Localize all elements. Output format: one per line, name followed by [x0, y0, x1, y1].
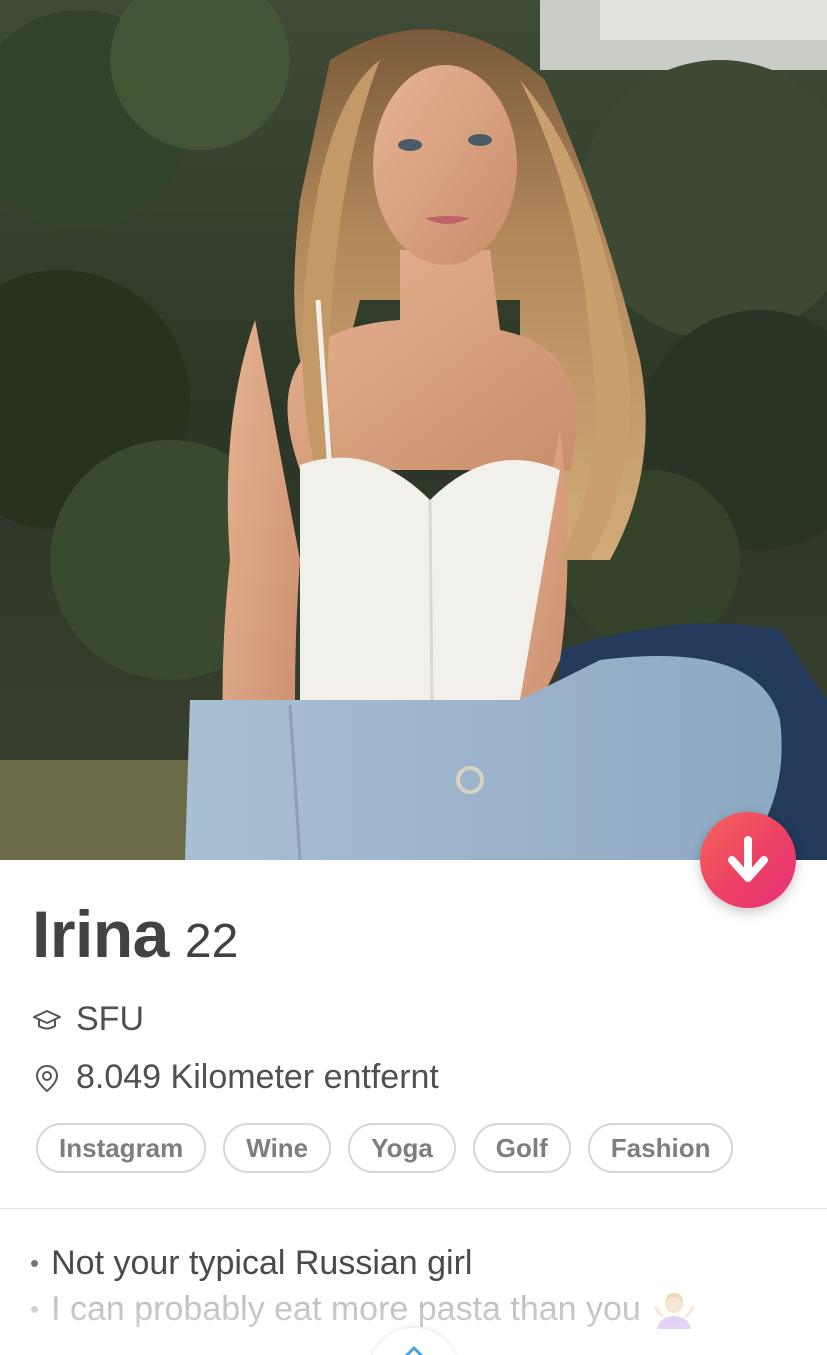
- interest-tag-fashion[interactable]: Fashion: [587, 1123, 734, 1173]
- interest-tag-wine[interactable]: Wine: [223, 1123, 332, 1173]
- bullet: •: [30, 1294, 40, 1324]
- section-divider: [0, 1208, 827, 1209]
- arrow-down-icon: [728, 836, 768, 882]
- bio-item: • I can probably eat more pasta than you: [30, 1286, 695, 1332]
- profile-name: Irina: [32, 897, 169, 971]
- distance-row: 8.049 Kilometer entfernt: [32, 1058, 439, 1097]
- graduation-cap-icon: [32, 1005, 62, 1035]
- bio-text: Not your typical Russian girl: [51, 1244, 473, 1282]
- location-pin-icon: [32, 1063, 62, 1093]
- profile-photo[interactable]: [0, 0, 827, 860]
- interest-tag-golf[interactable]: Golf: [472, 1123, 571, 1173]
- distance-label: 8.049 Kilometer entfernt: [76, 1058, 439, 1096]
- bio-text: I can probably eat more pasta than you: [51, 1290, 641, 1328]
- profile-header: Irina 22: [32, 896, 238, 972]
- bullet: •: [30, 1248, 40, 1278]
- chevron-up-icon: [404, 1345, 424, 1355]
- bio-list: • Not your typical Russian girl • I can …: [30, 1240, 695, 1332]
- interest-tags: Instagram Wine Yoga Golf Fashion: [36, 1123, 734, 1173]
- profile-age: 22: [184, 915, 239, 968]
- bottom-action-button[interactable]: [369, 1328, 459, 1355]
- school-row: SFU: [32, 1000, 144, 1039]
- school-label: SFU: [76, 1000, 144, 1038]
- collapse-profile-button[interactable]: [700, 812, 796, 908]
- person-shrugging-emoji: [653, 1289, 695, 1329]
- profile-photo-image: [0, 0, 827, 860]
- interest-tag-yoga[interactable]: Yoga: [348, 1123, 456, 1173]
- profile-card: Irina 22 SFU 8.049 Kilometer entfernt In…: [0, 0, 827, 1355]
- bio-item: • Not your typical Russian girl: [30, 1240, 695, 1286]
- interest-tag-instagram[interactable]: Instagram: [36, 1123, 207, 1173]
